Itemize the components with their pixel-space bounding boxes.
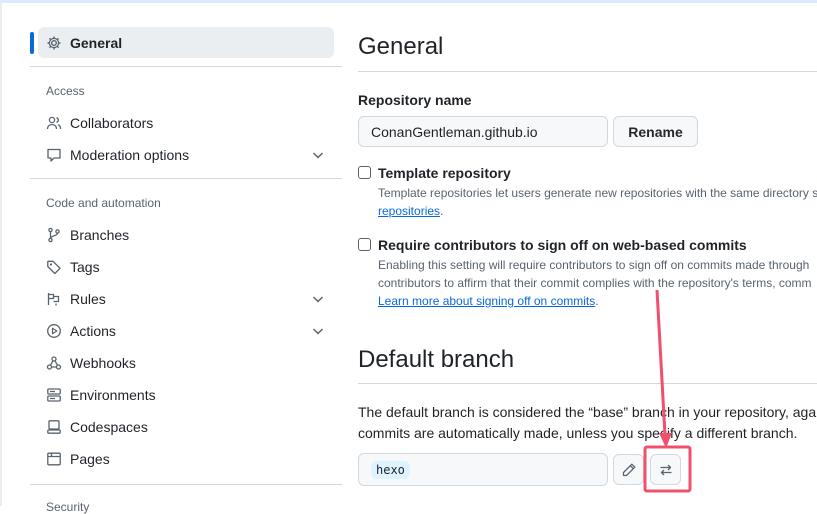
branch-icon <box>46 227 62 243</box>
sidebar-item-label: Environments <box>70 386 156 403</box>
template-repository-description: Template repositories let users generate… <box>378 186 817 200</box>
gear-icon <box>46 35 62 51</box>
signoff-learn-more-link[interactable]: Learn more about signing off on commits <box>378 294 595 308</box>
comment-icon <box>46 147 62 163</box>
signoff-description-line2: contributors to affirm that their commit… <box>378 276 812 290</box>
rules-icon <box>46 291 62 307</box>
settings-sidebar: General Access Collaborators Moderation … <box>30 0 342 514</box>
sidebar-item-environments[interactable]: Environments <box>38 379 334 410</box>
sidebar-item-general[interactable]: General <box>38 27 334 58</box>
repo-name-label: Repository name <box>358 92 472 108</box>
signoff-checkbox[interactable] <box>358 238 371 251</box>
template-repository-description-tail: repositories. <box>378 204 444 218</box>
switch-branch-button[interactable] <box>650 454 681 485</box>
chevron-down-icon[interactable] <box>310 323 326 339</box>
settings-main: General Repository name ConanGentleman.g… <box>358 0 817 506</box>
active-indicator <box>30 32 34 54</box>
pencil-icon <box>621 462 637 478</box>
sidebar-item-label: Webhooks <box>70 354 136 371</box>
signoff-description: Enabling this setting will require contr… <box>378 258 810 272</box>
rename-button[interactable]: Rename <box>613 116 698 147</box>
sidebar-item-label: Branches <box>70 226 130 243</box>
template-repositories-link[interactable]: repositories <box>378 204 440 218</box>
section-heading-security: Security <box>46 500 90 514</box>
sidebar-item-label: Tags <box>70 258 100 275</box>
sidebar-item-label: General <box>70 34 123 51</box>
sidebar-item-collaborators[interactable]: Collaborators <box>38 107 334 138</box>
sidebar-item-moderation[interactable]: Moderation options <box>38 139 334 170</box>
server-icon <box>46 387 62 403</box>
page-title: General <box>358 33 444 60</box>
sidebar-divider <box>30 66 342 67</box>
sidebar-item-label: Rules <box>70 290 106 307</box>
sidebar-item-rules[interactable]: Rules <box>38 283 334 314</box>
default-branch-description-line2: commits are automatically made, unless y… <box>358 425 798 441</box>
default-branch-description: The default branch is considered the “ba… <box>358 404 817 420</box>
sidebar-item-actions[interactable]: Actions <box>38 315 334 346</box>
webhook-icon <box>46 355 62 371</box>
sidebar-item-label: Pages <box>70 450 110 467</box>
sidebar-item-label: Codespaces <box>70 418 148 435</box>
default-branch-title: Default branch <box>358 346 515 373</box>
edit-branch-button[interactable] <box>613 454 644 485</box>
template-repository-label: Template repository <box>378 165 511 181</box>
section-heading-code: Code and automation <box>46 196 161 210</box>
template-repository-checkbox[interactable] <box>358 166 371 179</box>
sidebar-divider <box>30 484 342 485</box>
sidebar-item-webhooks[interactable]: Webhooks <box>38 347 334 378</box>
sidebar-item-pages[interactable]: Pages <box>38 443 334 474</box>
left-edge <box>0 3 2 506</box>
signoff-description-tail: Learn more about signing off on commits. <box>378 294 599 308</box>
sidebar-divider <box>30 178 342 179</box>
signoff-label: Require contributors to sign off on web-… <box>378 237 747 253</box>
arrow-switch-icon <box>658 462 674 478</box>
chevron-down-icon[interactable] <box>310 291 326 307</box>
sidebar-item-branches[interactable]: Branches <box>38 219 334 250</box>
sidebar-item-tags[interactable]: Tags <box>38 251 334 282</box>
section-divider <box>358 383 817 384</box>
people-icon <box>46 115 62 131</box>
sidebar-item-label: Collaborators <box>70 114 154 131</box>
play-icon <box>46 323 62 339</box>
repo-name-input[interactable]: ConanGentleman.github.io <box>358 116 608 147</box>
codespaces-icon <box>46 419 62 435</box>
sidebar-item-label: Actions <box>70 322 116 339</box>
section-heading-access: Access <box>46 84 85 98</box>
default-branch-field: hexo <box>358 453 608 486</box>
tag-icon <box>46 259 62 275</box>
chevron-down-icon[interactable] <box>310 147 326 163</box>
sidebar-item-label: Moderation options <box>70 146 190 163</box>
section-divider <box>358 71 817 72</box>
browser-icon <box>46 451 62 467</box>
sidebar-item-codespaces[interactable]: Codespaces <box>38 411 334 442</box>
branch-name-badge: hexo <box>371 460 410 479</box>
